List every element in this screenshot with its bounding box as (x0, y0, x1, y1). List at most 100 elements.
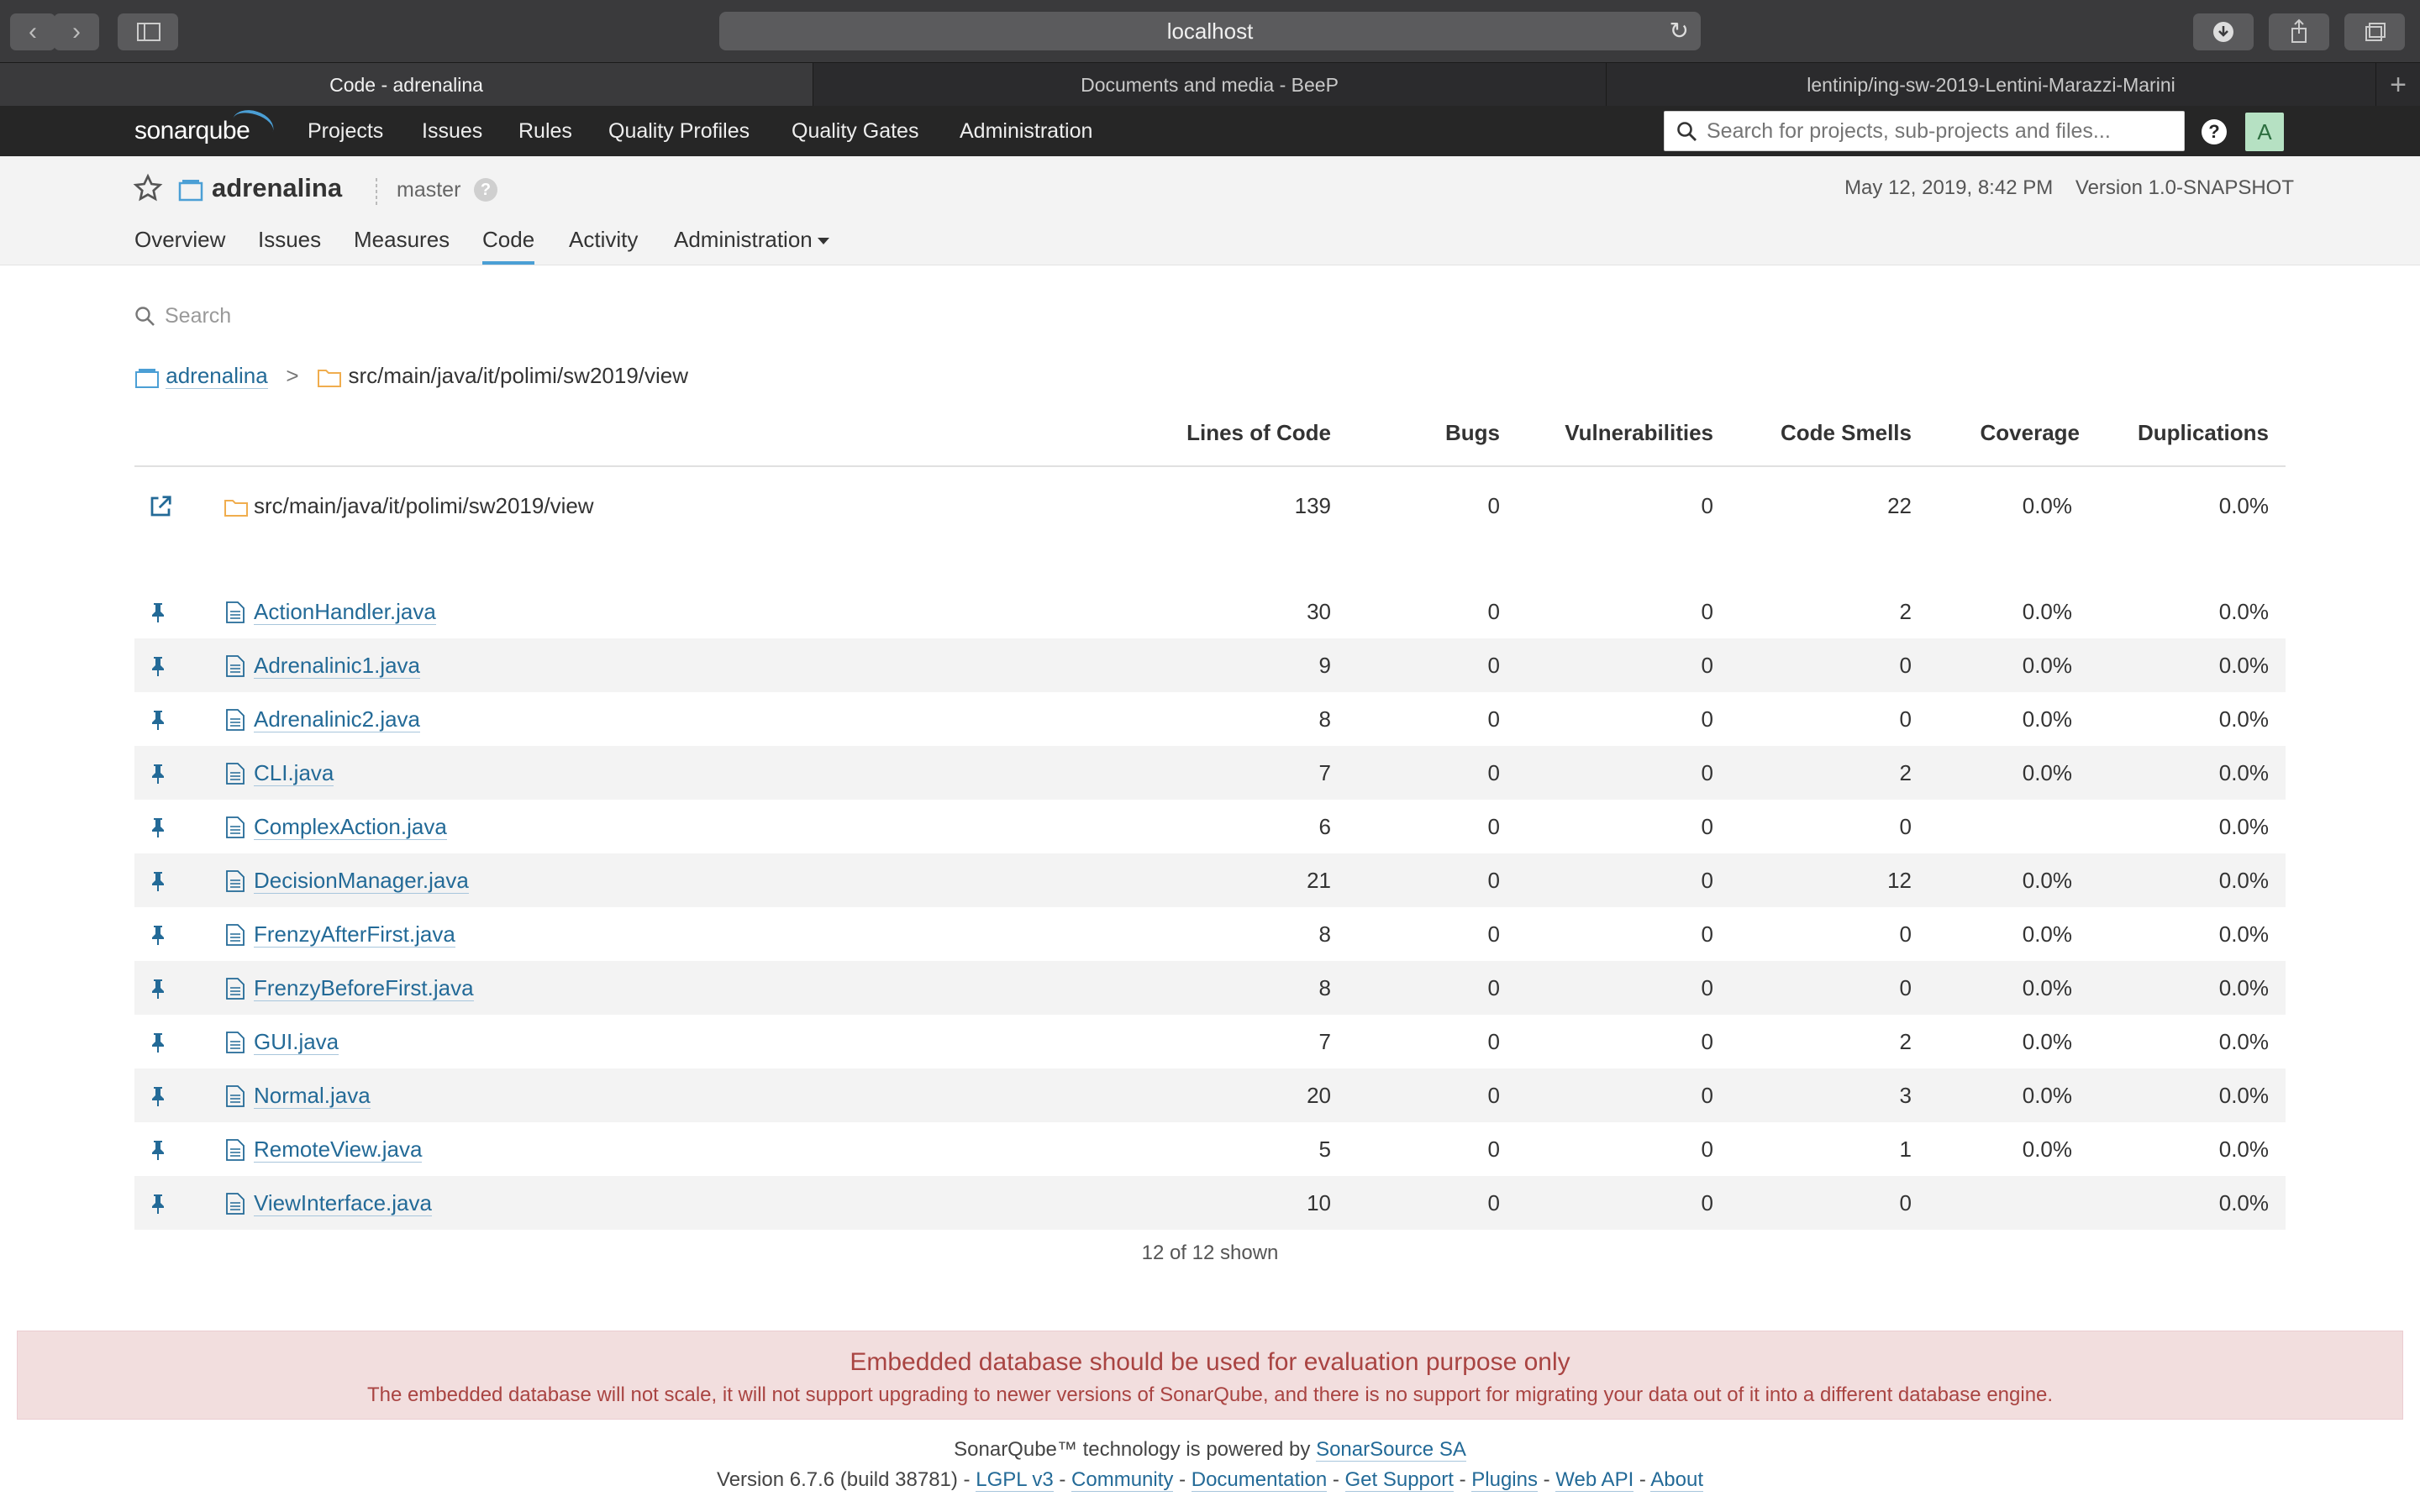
cell-duplications: 0.0% (2218, 599, 2269, 624)
pin-icon[interactable] (150, 1085, 166, 1107)
external-link-icon[interactable] (148, 494, 173, 519)
pin-icon[interactable] (150, 924, 166, 946)
sidebar-toggle-button[interactable] (118, 13, 178, 50)
share-icon (2291, 18, 2307, 43)
nav-rules[interactable]: Rules (518, 106, 572, 156)
downloads-button[interactable] (2193, 13, 2254, 50)
address-bar[interactable]: localhost ↻ (719, 12, 1701, 50)
cell-vulnerabilities: 0 (1701, 599, 1713, 624)
tab-overview[interactable]: Overview (134, 227, 225, 261)
pin-icon[interactable] (150, 1193, 166, 1215)
nav-projects[interactable]: Projects (308, 106, 383, 156)
footer-link-documentation[interactable]: Documentation (1191, 1468, 1328, 1492)
pin-icon[interactable] (150, 1139, 166, 1161)
file-link[interactable]: ActionHandler.java (254, 599, 436, 625)
tab-issues[interactable]: Issues (258, 227, 321, 261)
nav-quality-gates[interactable]: Quality Gates (792, 106, 918, 156)
code-search-placeholder[interactable]: Search (165, 304, 231, 328)
file-link[interactable]: ViewInterface.java (254, 1190, 432, 1216)
pin-icon[interactable] (150, 763, 166, 785)
cell-loc: 9 (1318, 653, 1331, 678)
file-link[interactable]: FrenzyAfterFirst.java (254, 921, 455, 948)
tab-activity[interactable]: Activity (569, 227, 638, 261)
tabs-overview-button[interactable] (2344, 13, 2405, 50)
project-header: adrenalina master ? May 12, 2019, 8:42 P… (0, 156, 2420, 265)
pin-icon[interactable] (150, 655, 166, 677)
pin-icon[interactable] (150, 978, 166, 1000)
cell-duplications: 0.0% (2218, 760, 2269, 785)
browser-tab-github[interactable]: lentinip/ing-sw-2019-Lentini-Marazzi-Mar… (1607, 63, 2376, 107)
col-code-smells: Code Smells (1780, 420, 1912, 445)
footer-link-license[interactable]: LGPL v3 (976, 1468, 1054, 1492)
footer-sonarsource-link[interactable]: SonarSource SA (1316, 1438, 1466, 1462)
file-link[interactable]: FrenzyBeforeFirst.java (254, 975, 474, 1001)
cell-coverage: 0.0% (2022, 706, 2072, 732)
chevron-down-icon (817, 238, 829, 245)
pin-icon[interactable] (150, 709, 166, 731)
cell-vulnerabilities: 0 (1701, 814, 1713, 839)
file-link[interactable]: Adrenalinic2.java (254, 706, 421, 732)
tab-administration[interactable]: Administration (674, 227, 829, 261)
file-link[interactable]: DecisionManager.java (254, 868, 469, 894)
file-icon (226, 763, 245, 785)
back-button[interactable]: ‹ (10, 13, 55, 50)
pin-icon[interactable] (150, 816, 166, 838)
footer-link-web-api[interactable]: Web API (1555, 1468, 1634, 1492)
file-link[interactable]: RemoteView.java (254, 1137, 423, 1163)
file-link[interactable]: Normal.java (254, 1083, 371, 1109)
help-icon[interactable]: ? (2202, 119, 2227, 144)
file-icon (226, 709, 245, 731)
sidebar-icon (137, 23, 160, 41)
project-name[interactable]: adrenalina (212, 173, 342, 203)
star-icon[interactable] (133, 173, 163, 203)
browser-tab-documents[interactable]: Documents and media - BeeP (813, 63, 1607, 107)
new-tab-button[interactable]: + (2376, 63, 2420, 107)
forward-button[interactable]: › (54, 13, 99, 50)
cell-vulnerabilities: 0 (1701, 1190, 1713, 1215)
cell-vulnerabilities: 0 (1701, 1029, 1713, 1054)
footer-link-community[interactable]: Community (1071, 1468, 1174, 1492)
shown-count: 12 of 12 shown (1141, 1242, 1279, 1264)
share-button[interactable] (2269, 13, 2329, 50)
nav-administration[interactable]: Administration (960, 106, 1092, 156)
breadcrumb-root[interactable]: adrenalina (166, 363, 268, 389)
cell-bugs: 0 (1487, 599, 1500, 624)
footer-powered-text: SonarQube™ technology is powered by (954, 1438, 1317, 1461)
nav-issues[interactable]: Issues (422, 106, 482, 156)
branch-name: master (397, 178, 461, 202)
cell-duplications: 0.0% (2218, 868, 2269, 893)
cell-code-smells: 0 (1899, 975, 1912, 1000)
footer-link-about[interactable]: About (1650, 1468, 1703, 1492)
branch-help-icon[interactable]: ? (474, 178, 497, 202)
global-search-box[interactable] (1664, 111, 2185, 151)
download-icon (2213, 22, 2233, 42)
cell-coverage: 0.0% (2022, 493, 2072, 518)
file-link[interactable]: Adrenalinic1.java (254, 653, 421, 679)
file-link[interactable]: GUI.java (254, 1029, 339, 1055)
browser-tab-code[interactable]: Code - adrenalina (0, 63, 813, 107)
pin-icon[interactable] (150, 601, 166, 623)
table-row: ComplexAction.java 6 0 0 0 0.0% (134, 800, 2286, 853)
col-bugs: Bugs (1445, 420, 1500, 445)
folder-icon (318, 370, 342, 388)
nav-quality-profiles[interactable]: Quality Profiles (608, 106, 750, 156)
file-link[interactable]: ComplexAction.java (254, 814, 447, 840)
user-avatar[interactable]: A (2245, 113, 2284, 151)
tab-code[interactable]: Code (482, 227, 535, 265)
global-search-input[interactable] (1707, 112, 2177, 150)
file-link[interactable]: CLI.java (254, 760, 334, 786)
cell-bugs: 0 (1487, 921, 1500, 947)
footer-link-plugins[interactable]: Plugins (1471, 1468, 1538, 1492)
pin-icon[interactable] (150, 870, 166, 892)
cell-bugs: 0 (1487, 1190, 1500, 1215)
file-icon (226, 978, 245, 1000)
reload-icon[interactable]: ↻ (1670, 12, 1689, 50)
search-icon (1677, 122, 1697, 141)
pin-icon[interactable] (150, 1032, 166, 1053)
project-version: Version 1.0-SNAPSHOT (2075, 176, 2294, 199)
cell-bugs: 0 (1487, 760, 1500, 785)
file-icon (226, 1085, 245, 1107)
tab-measures[interactable]: Measures (354, 227, 450, 261)
browser-tab-bar: Code - adrenalina Documents and media - … (0, 62, 2420, 107)
footer-link-support[interactable]: Get Support (1344, 1468, 1454, 1492)
